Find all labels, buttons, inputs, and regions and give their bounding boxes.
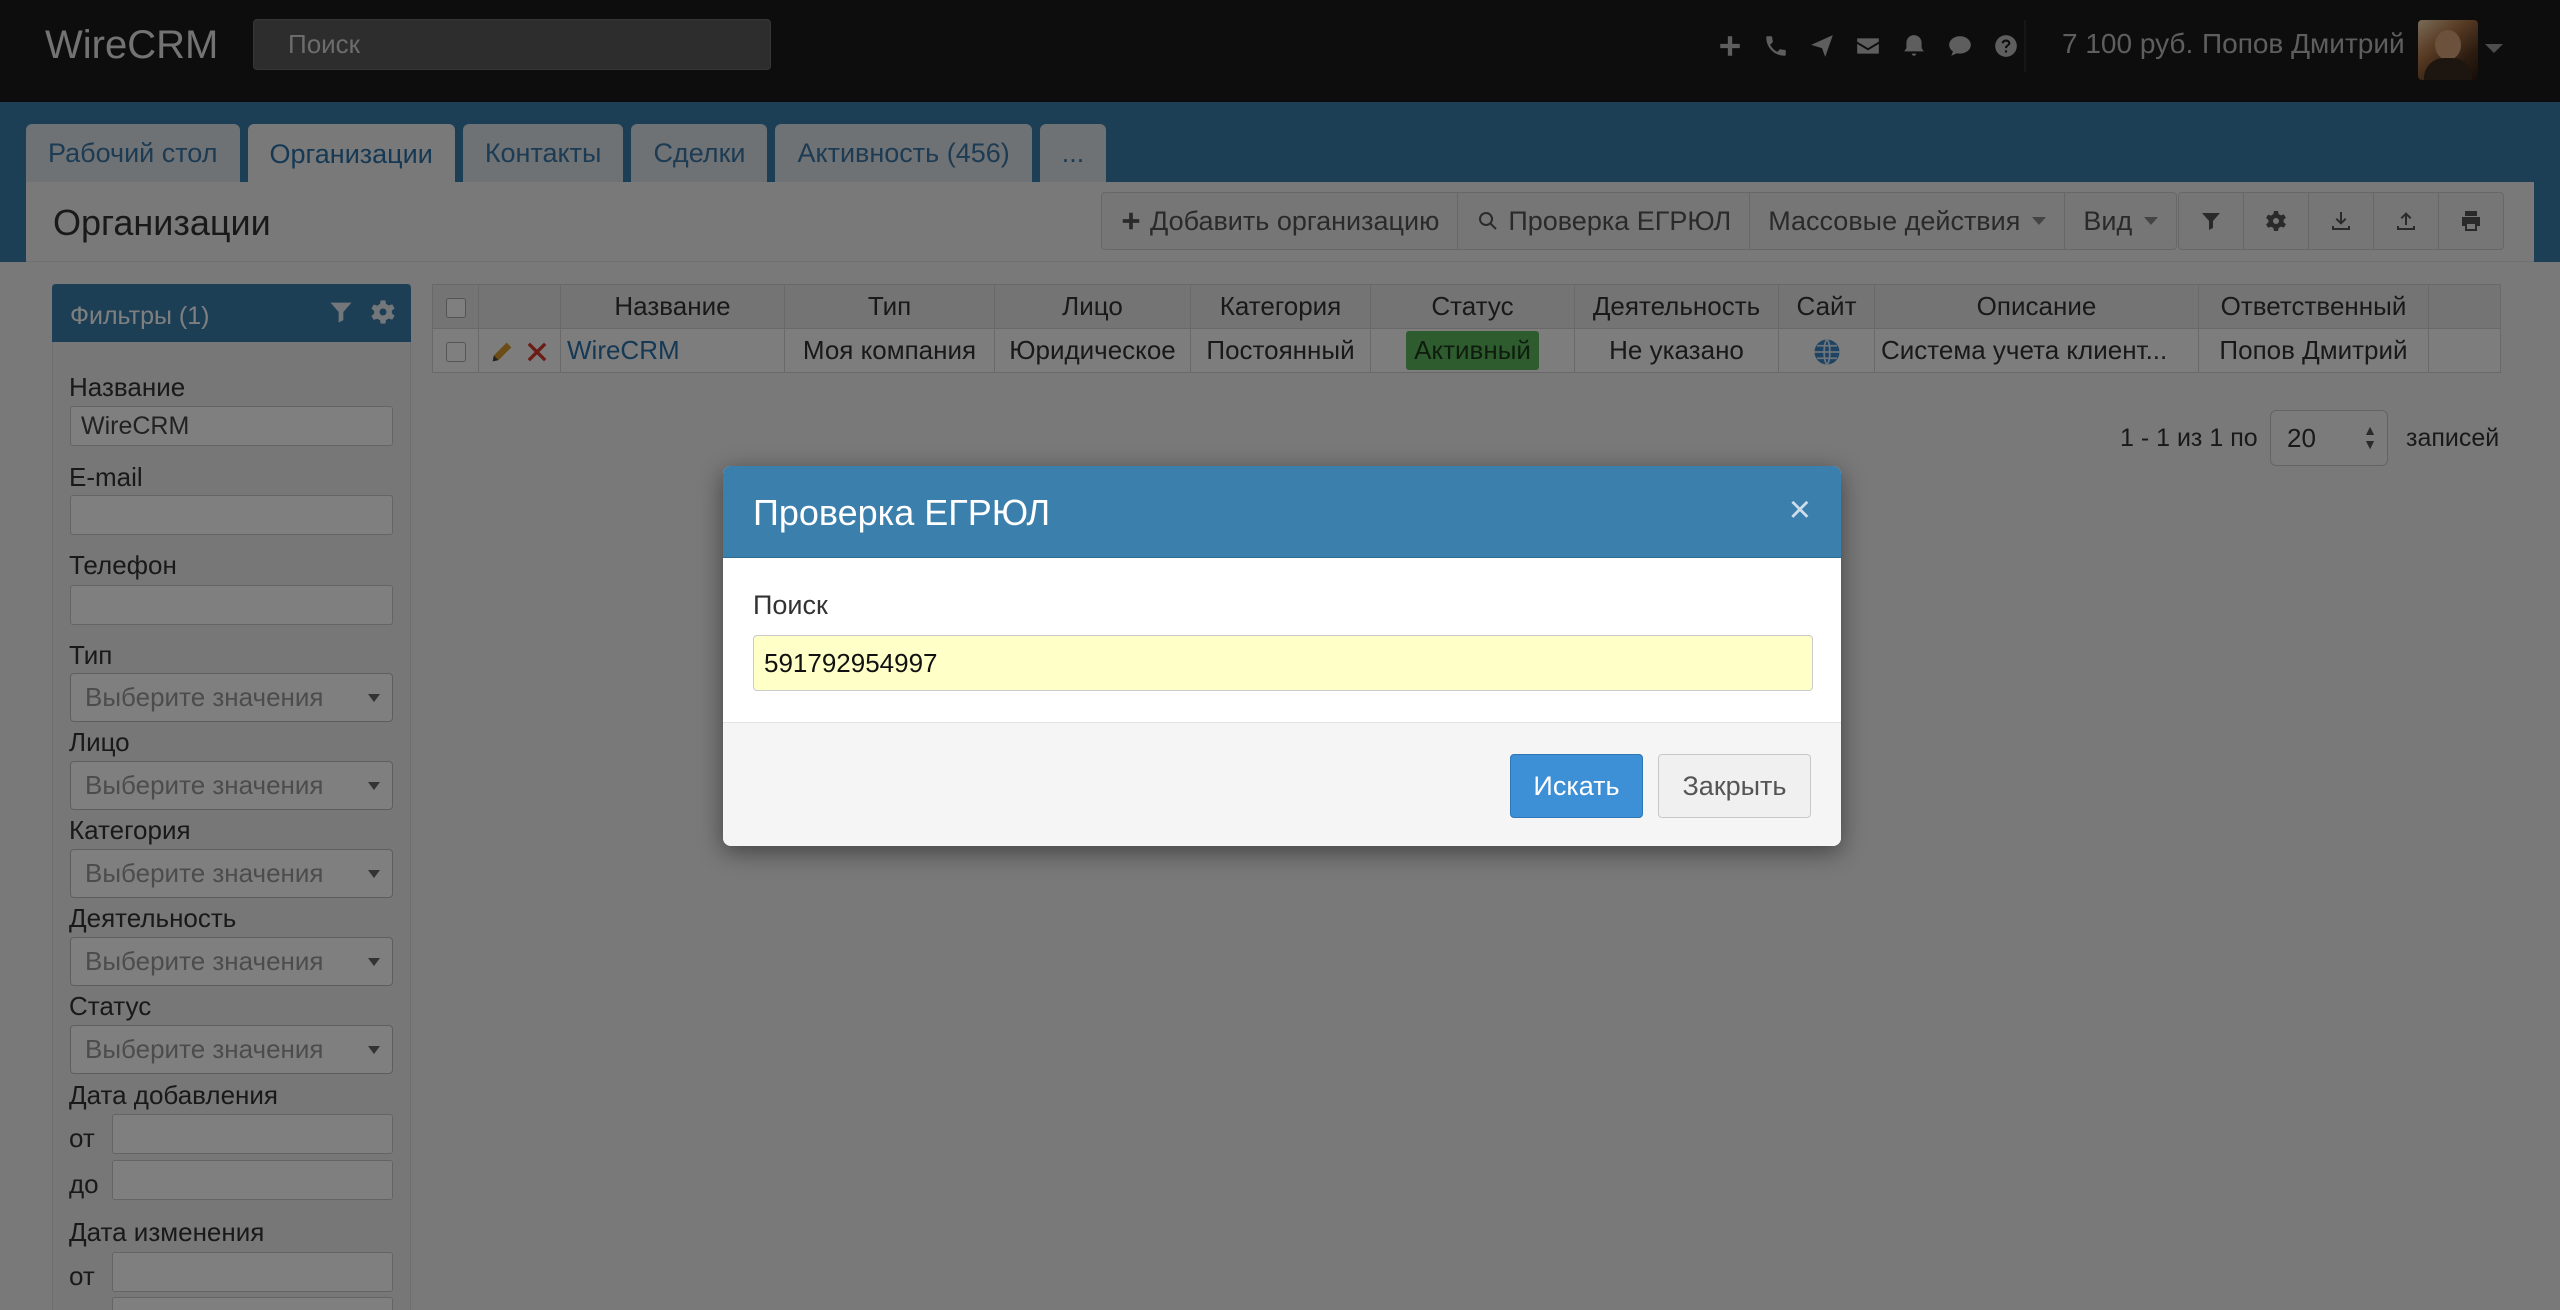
modal-search-input[interactable] [753, 635, 1813, 691]
search-button[interactable]: Искать [1510, 754, 1643, 818]
egrul-check-modal: Проверка ЕГРЮЛ × Поиск Искать Закрыть [723, 466, 1841, 846]
modal-title: Проверка ЕГРЮЛ [753, 492, 1051, 533]
close-button[interactable]: Закрыть [1658, 754, 1811, 818]
close-icon[interactable]: × [1789, 488, 1811, 532]
modal-header: Проверка ЕГРЮЛ × [723, 466, 1841, 558]
modal-search-label: Поиск [753, 590, 828, 620]
